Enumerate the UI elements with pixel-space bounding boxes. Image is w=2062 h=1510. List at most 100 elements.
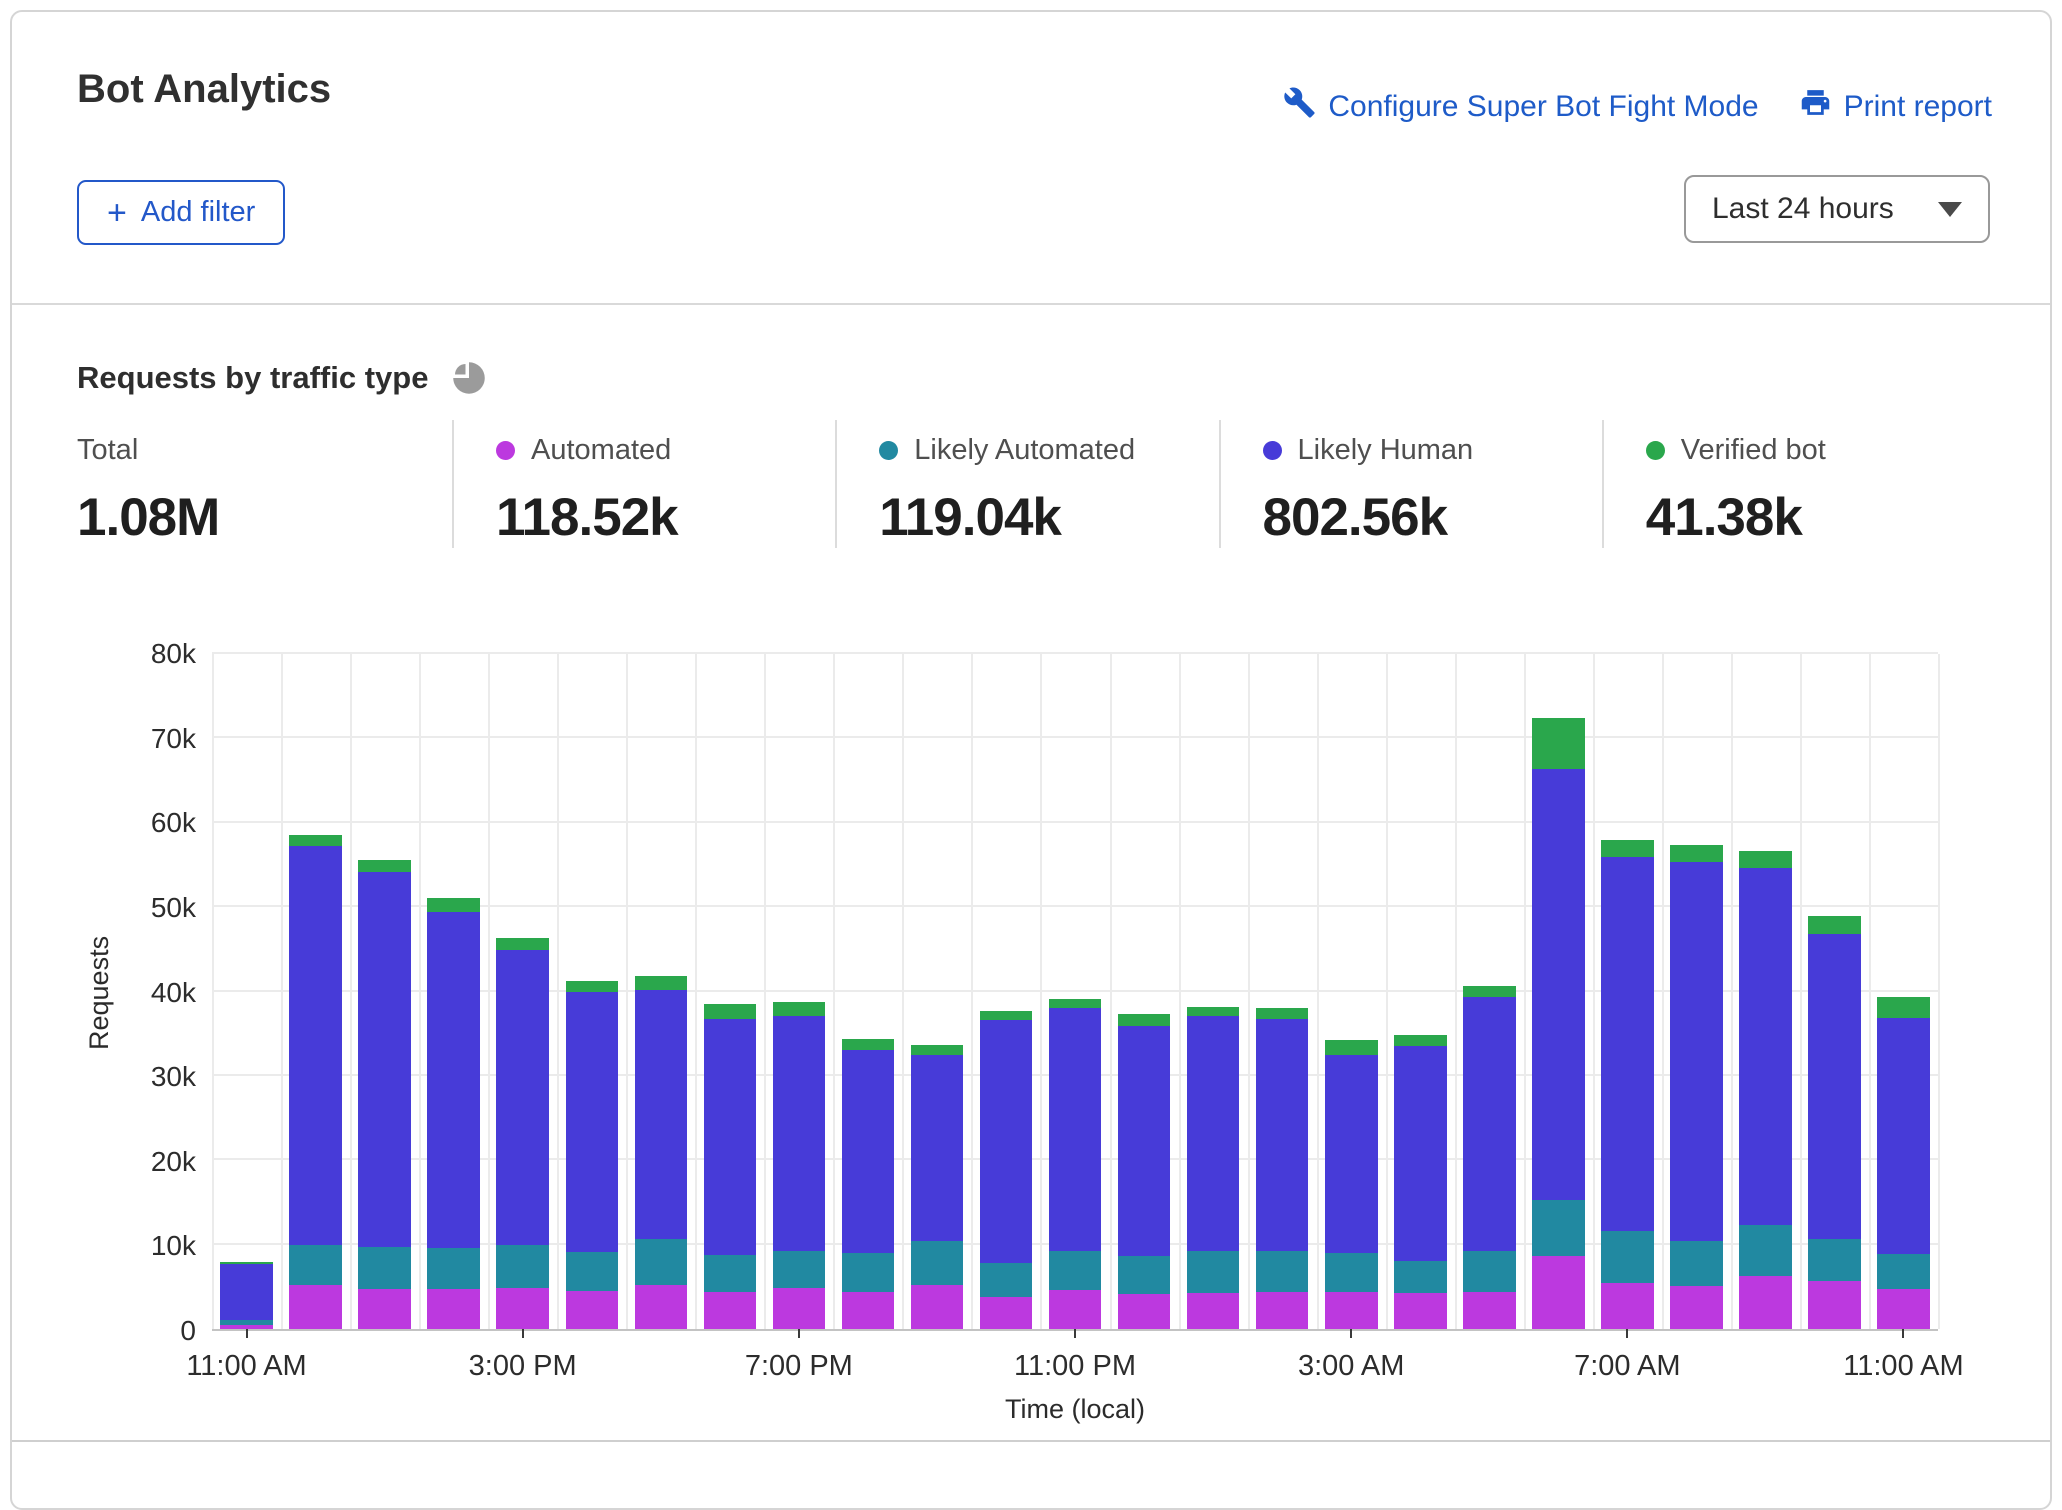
bar-100am: [1187, 654, 1239, 1329]
x-tick-label: 3:00 PM: [469, 1350, 577, 1383]
plus-icon: +: [107, 202, 127, 224]
likely-automated-legend-dot: [879, 441, 898, 460]
bar-segment-likely-automated: [1670, 1241, 1722, 1286]
likely-human-legend-dot: [1263, 441, 1282, 460]
stat-likely-human: Likely Human 802.56k: [1219, 420, 1602, 548]
section-header: Requests by traffic type: [77, 357, 490, 399]
bar-segment-likely-automated: [842, 1253, 894, 1292]
bar-segment-automated: [1532, 1256, 1584, 1329]
bar-300am: [1325, 654, 1377, 1329]
bar-segment-likely-automated: [1394, 1261, 1446, 1293]
time-range-value: Last 24 hours: [1712, 192, 1894, 226]
stat-likely-automated: Likely Automated 119.04k: [835, 420, 1218, 548]
bar-segment-verified-bot: [496, 938, 548, 951]
time-range-select[interactable]: Last 24 hours: [1684, 175, 1990, 243]
bar-segment-verified-bot: [773, 1002, 825, 1016]
bar-segment-likely-automated: [1739, 1225, 1791, 1276]
bar-900am: [1739, 654, 1791, 1329]
bot-analytics-card: Bot Analytics Configure Super Bot Fight …: [10, 10, 2052, 1510]
bar-segment-automated: [842, 1292, 894, 1329]
bar-400am: [1394, 654, 1446, 1329]
stat-label: Automated: [531, 434, 671, 467]
bar-segment-likely-human: [1118, 1026, 1170, 1256]
plot-area: [212, 654, 1938, 1331]
bar-segment-likely-automated: [1808, 1239, 1860, 1281]
x-tick-mark: [1074, 1329, 1076, 1338]
stat-value: 802.56k: [1263, 487, 1602, 548]
bar-segment-likely-automated: [1256, 1251, 1308, 1292]
bar-slot: [1800, 654, 1869, 1329]
pie-chart-icon: [448, 357, 490, 399]
bar-segment-automated: [1670, 1286, 1722, 1329]
bar-segment-automated: [773, 1288, 825, 1329]
bar-segment-likely-automated: [1463, 1251, 1515, 1292]
wrench-icon: [1283, 86, 1316, 127]
bar-segment-automated: [1739, 1276, 1791, 1329]
bar-segment-likely-human: [1049, 1008, 1101, 1251]
bar-segment-verified-bot: [980, 1011, 1032, 1020]
stat-label: Likely Human: [1298, 434, 1474, 467]
bar-segment-likely-human: [496, 950, 548, 1245]
bar-slot: [1524, 654, 1593, 1329]
bar-1000pm: [980, 654, 1032, 1329]
bar-slot: [1317, 654, 1386, 1329]
bar-segment-likely-automated: [1601, 1231, 1653, 1283]
bar-segment-verified-bot: [1187, 1007, 1239, 1016]
bar-slot: [281, 654, 350, 1329]
bar-800pm: [842, 654, 894, 1329]
x-tick-mark: [1902, 1329, 1904, 1338]
bar-segment-likely-human: [220, 1264, 272, 1320]
stat-value: 118.52k: [496, 487, 835, 548]
bar-segment-verified-bot: [635, 976, 687, 990]
bar-slot: [350, 654, 419, 1329]
bar-slot: [1179, 654, 1248, 1329]
stat-value: 41.38k: [1646, 487, 1985, 548]
bar-1000am: [1808, 654, 1860, 1329]
bar-segment-automated: [1256, 1292, 1308, 1329]
bar-segment-automated: [1394, 1293, 1446, 1329]
y-axis-tick-labels: 010k20k30k40k50k60k70k80k: [12, 654, 196, 1331]
bar-segment-verified-bot: [704, 1004, 756, 1018]
bars: [212, 654, 1938, 1329]
bar-slot: [1041, 654, 1110, 1329]
bar-segment-verified-bot: [1877, 997, 1929, 1017]
print-report-link[interactable]: Print report: [1799, 86, 1992, 127]
bar-segment-verified-bot: [1601, 840, 1653, 857]
y-tick-label: 50k: [151, 892, 196, 924]
configure-link-label: Configure Super Bot Fight Mode: [1328, 90, 1758, 124]
bar-segment-likely-human: [911, 1055, 963, 1241]
configure-super-bot-fight-mode-link[interactable]: Configure Super Bot Fight Mode: [1283, 86, 1758, 127]
add-filter-button[interactable]: + Add filter: [77, 180, 285, 245]
bar-segment-automated: [704, 1292, 756, 1329]
bar-900pm: [911, 654, 963, 1329]
stat-verified-bot: Verified bot 41.38k: [1602, 420, 1985, 548]
chevron-down-icon: [1938, 202, 1962, 217]
bar-segment-likely-human: [1532, 769, 1584, 1200]
x-tick-label: 7:00 AM: [1574, 1350, 1680, 1383]
bar-segment-likely-human: [1877, 1018, 1929, 1254]
bar-segment-verified-bot: [1325, 1040, 1377, 1055]
bar-slot: [1110, 654, 1179, 1329]
bar-segment-likely-automated: [427, 1248, 479, 1289]
bar-segment-likely-human: [1601, 857, 1653, 1231]
print-link-label: Print report: [1844, 90, 1992, 124]
bar-segment-verified-bot: [1256, 1008, 1308, 1019]
bar-400pm: [566, 654, 618, 1329]
section-bottom-divider: [12, 1440, 2050, 1442]
bar-segment-automated: [911, 1285, 963, 1329]
y-tick-label: 20k: [151, 1146, 196, 1178]
bar-segment-likely-human: [427, 912, 479, 1248]
page-title: Bot Analytics: [77, 67, 331, 112]
add-filter-label: Add filter: [141, 196, 255, 229]
bar-segment-verified-bot: [911, 1045, 963, 1055]
bar-segment-verified-bot: [566, 981, 618, 993]
bar-segment-likely-human: [1739, 868, 1791, 1225]
bar-segment-likely-human: [635, 990, 687, 1239]
x-tick-label: 11:00 AM: [186, 1350, 306, 1383]
bar-segment-automated: [496, 1288, 548, 1329]
bar-segment-verified-bot: [427, 898, 479, 912]
y-tick-label: 70k: [151, 723, 196, 755]
bar-segment-automated: [1118, 1294, 1170, 1329]
bar-segment-automated: [635, 1285, 687, 1329]
bar-segment-likely-human: [566, 992, 618, 1252]
